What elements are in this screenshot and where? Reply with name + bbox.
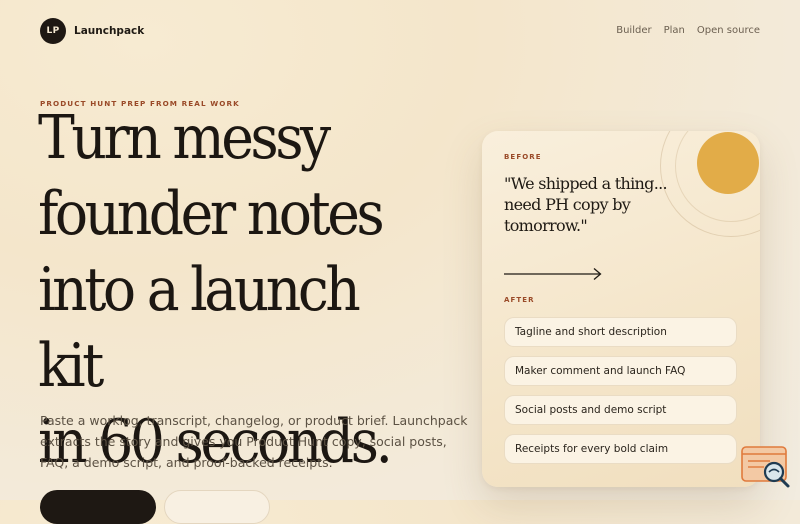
- nav-link-plan[interactable]: Plan: [664, 25, 685, 36]
- list-item: Receipts for every bold claim: [504, 434, 737, 464]
- top-nav: Builder Plan Open source: [616, 25, 760, 36]
- nav-link-builder[interactable]: Builder: [616, 25, 651, 36]
- hero-subtitle: Paste a worklog, transcript, changelog, …: [40, 413, 468, 470]
- logo-badge: LP: [40, 18, 66, 44]
- headline-line: founder notes: [38, 179, 385, 249]
- list-item: Maker comment and launch FAQ: [504, 356, 737, 386]
- list-item: Social posts and demo script: [504, 395, 737, 425]
- secondary-cta-button[interactable]: [164, 490, 270, 524]
- list-item: Tagline and short description: [504, 317, 737, 347]
- search-document-icon[interactable]: [740, 445, 792, 489]
- brand-logo[interactable]: LP Launchpack: [40, 18, 144, 44]
- headline-line: into a launch kit: [38, 255, 361, 401]
- before-after-card: BEFORE "We shipped a thing... need PH co…: [482, 131, 760, 487]
- sun-circle-icon: [697, 132, 759, 194]
- before-quote: "We shipped a thing... need PH copy by t…: [504, 174, 668, 235]
- after-list: Tagline and short description Maker comm…: [504, 317, 737, 473]
- right-arrow-icon: [504, 268, 602, 280]
- nav-link-open-source[interactable]: Open source: [697, 25, 760, 36]
- primary-cta-button[interactable]: [40, 490, 156, 524]
- brand-name: Launchpack: [74, 25, 145, 37]
- before-label: BEFORE: [504, 153, 542, 161]
- after-label: AFTER: [504, 296, 535, 304]
- headline-line: Turn messy: [38, 103, 331, 173]
